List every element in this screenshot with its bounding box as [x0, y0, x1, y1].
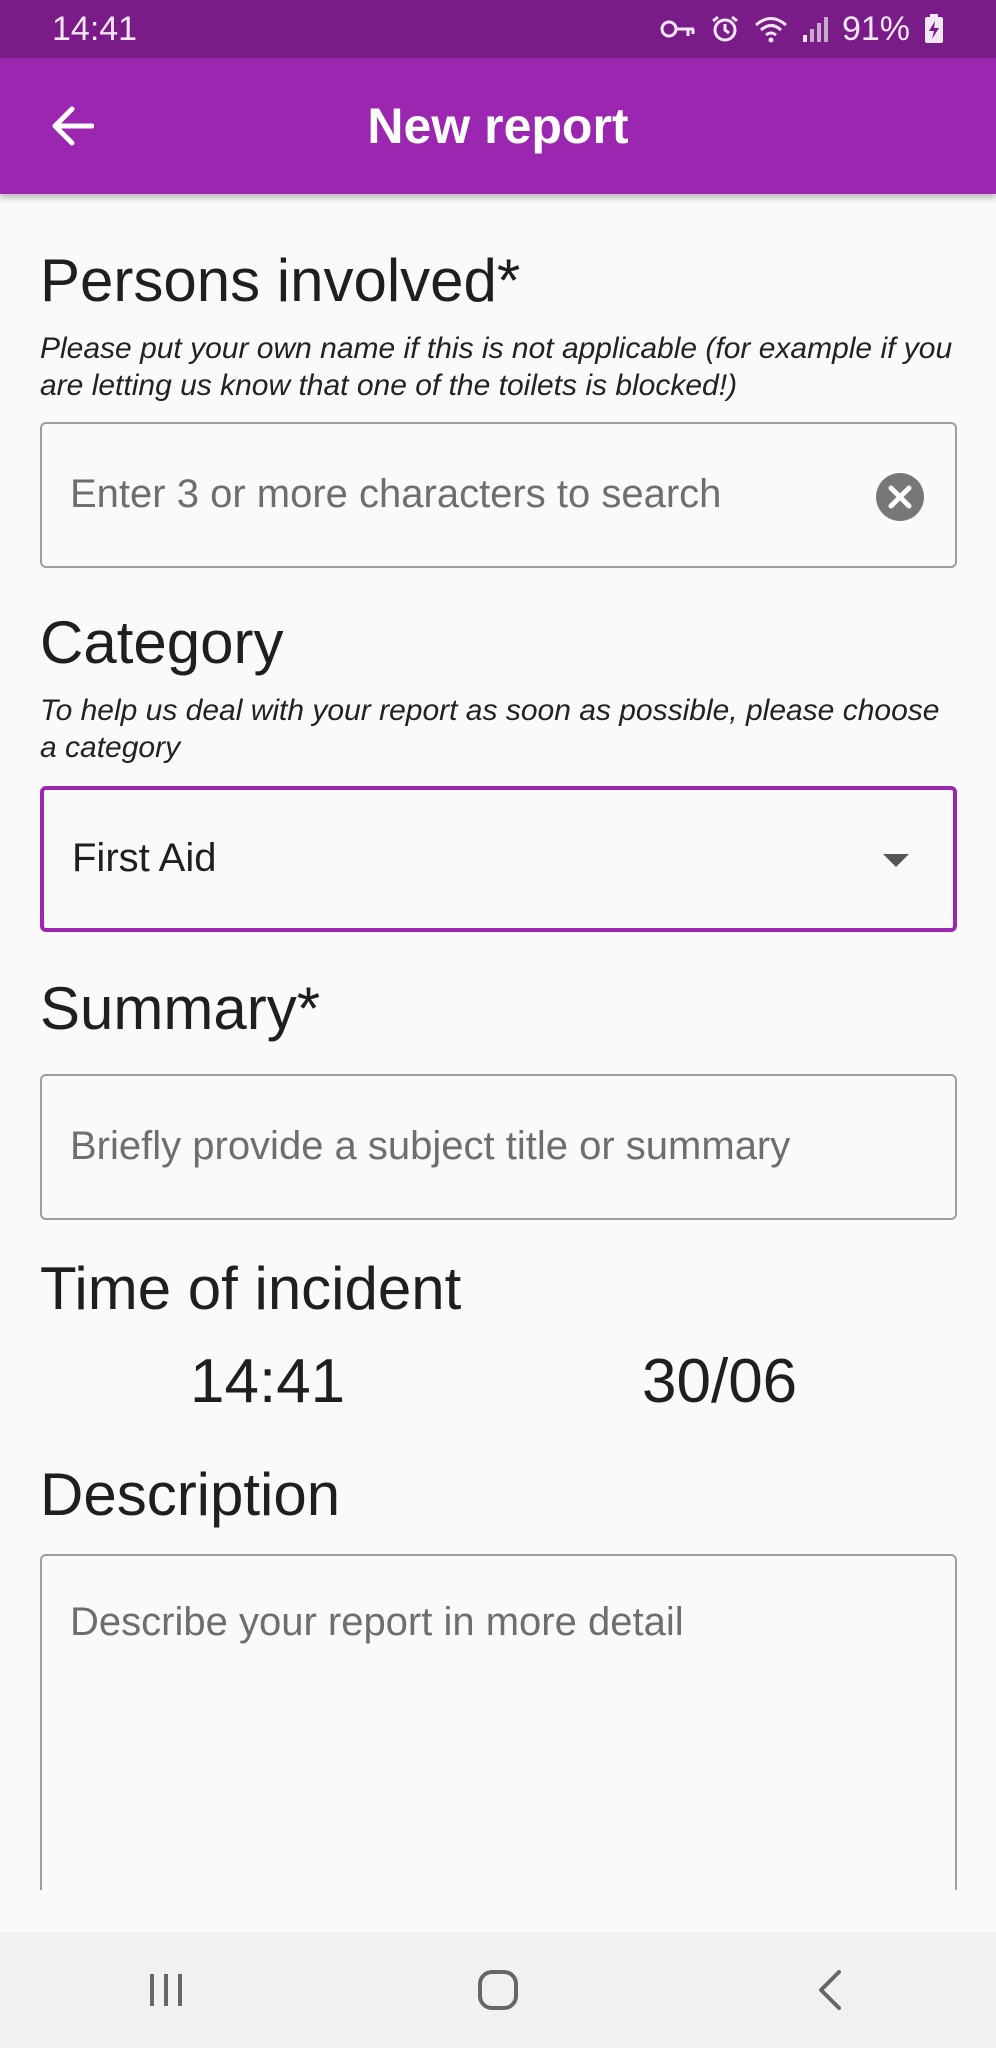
recent-apps-icon	[150, 1974, 182, 2006]
summary-placeholder: Briefly provide a subject title or summa…	[70, 1124, 791, 1168]
summary-input[interactable]: Briefly provide a subject title or summa…	[40, 1074, 957, 1220]
persons-involved-title: Persons involved*	[40, 247, 521, 314]
arrow-drop-down-icon	[883, 854, 909, 867]
status-icons: 91%	[660, 10, 944, 49]
category-select[interactable]: First Aid	[40, 786, 957, 932]
description-textarea[interactable]: Describe your report in more detail	[40, 1554, 957, 1890]
status-time: 14:41	[52, 9, 138, 48]
category-selected-value: First Aid	[72, 836, 217, 880]
description-title: Description	[40, 1461, 341, 1528]
home-icon	[478, 1970, 518, 2010]
battery-charging-icon	[925, 14, 943, 43]
alarm-icon	[712, 15, 738, 42]
category-title: Category	[40, 609, 284, 676]
back-button[interactable]	[36, 90, 108, 162]
system-nav-bar	[0, 1932, 996, 2048]
wifi-icon	[754, 17, 787, 43]
chevron-left-icon	[819, 1970, 841, 2010]
incident-date-picker[interactable]: 30/06	[642, 1346, 797, 1417]
time-of-incident-title: Time of incident	[40, 1255, 462, 1322]
signal-icon	[802, 17, 828, 42]
category-hint: To help us deal with your report as soon…	[40, 694, 940, 764]
clear-icon[interactable]	[875, 472, 925, 522]
recent-apps-button[interactable]	[121, 1950, 211, 2030]
persons-search-input[interactable]: Enter 3 or more characters to search	[40, 422, 957, 568]
page-title: New report	[367, 98, 629, 154]
report-form: Persons involved* Please put your own na…	[0, 194, 996, 1890]
description-placeholder: Describe your report in more detail	[70, 1600, 684, 1644]
persons-involved-hint: Please put your own name if this is not …	[40, 332, 953, 402]
incident-time-picker[interactable]: 14:41	[190, 1346, 345, 1417]
summary-title: Summary*	[40, 975, 321, 1042]
status-bar: 14:41 91%	[0, 0, 996, 58]
vpn-key-icon	[660, 20, 695, 38]
battery-percent: 91%	[841, 9, 910, 48]
persons-search-placeholder: Enter 3 or more characters to search	[70, 472, 722, 516]
back-nav-button[interactable]	[785, 1950, 875, 2030]
arrow-back-icon	[52, 106, 94, 146]
home-button[interactable]	[453, 1950, 543, 2030]
app-bar: New report	[0, 58, 996, 194]
